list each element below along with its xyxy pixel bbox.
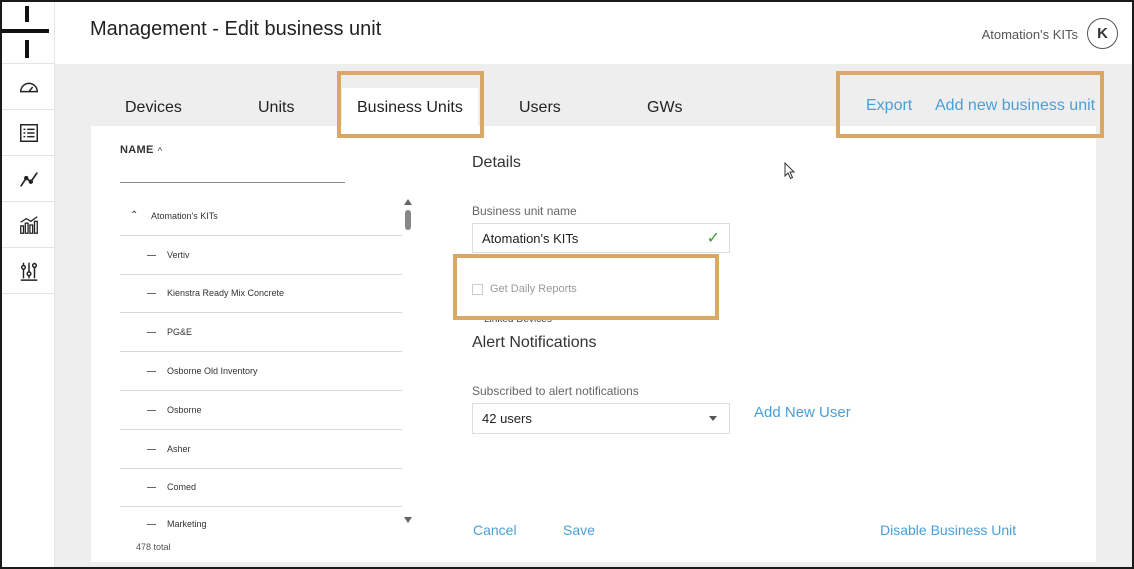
list-item[interactable]: Osborne Old Inventory [120,352,402,391]
chevron-down-icon [709,416,717,421]
line-chart-icon [19,171,38,187]
mouse-cursor-icon [784,162,796,180]
tree-dash [147,332,156,334]
name-column-label: NAME [120,144,154,156]
sort-ascending-icon: ^ [157,146,163,155]
name-column-header[interactable]: NAME ^ [120,144,163,156]
business-unit-name-field[interactable]: Atomation's KITs ✓ [472,223,730,253]
scroll-thumb[interactable] [405,210,411,230]
list-item[interactable]: Kienstra Ready Mix Concrete [120,275,402,314]
tree-dash [147,254,156,256]
list-item-label: Asher [167,443,191,454]
page-title: Management - Edit business unit [90,18,382,40]
tab-units[interactable]: Units [258,99,294,117]
list-scrollbar[interactable] [404,197,412,527]
save-button[interactable]: Save [563,522,595,538]
chevron-up-icon[interactable]: ⌃ [130,210,138,221]
cancel-button[interactable]: Cancel [473,522,517,538]
list-item-label: Osborne Old Inventory [167,366,258,377]
list-item[interactable]: Vertiv [120,236,402,275]
sidebar-item-reports[interactable] [2,202,55,248]
list-item-label: Osborne [167,404,202,415]
list-item[interactable]: Asher [120,430,402,469]
sidebar-item-list[interactable] [2,110,55,156]
speedometer-icon [19,82,38,92]
list-item-label: Kienstra Ready Mix Concrete [167,288,285,299]
user-name: Atomation's KITs [981,27,1078,42]
sidebar-item-management[interactable] [2,248,55,294]
alert-notifications-heading: Alert Notifications [472,334,597,351]
business-unit-name-label: Business unit name [472,204,577,218]
sidebar [2,2,55,567]
business-unit-name-value: Atomation's KITs [482,230,579,246]
tab-users[interactable]: Users [519,99,561,117]
settings-sliders-icon [20,262,37,281]
app-window: Management - Edit business unit Atomatio… [0,0,1134,569]
checkmark-icon: ✓ [706,230,720,247]
tab-gws[interactable]: GWs [647,99,683,117]
list-item-label: Marketing [167,519,207,530]
list-item[interactable]: Osborne [120,391,402,430]
sidebar-item-dashboard[interactable] [2,64,55,110]
subscribed-users-value: 42 users [482,411,532,426]
highlight-box-daily-reports [453,254,719,320]
list-icon [19,123,38,142]
sidebar-item-analytics[interactable] [2,156,55,202]
logo[interactable] [2,2,55,64]
highlight-box-actions [836,71,1104,138]
add-new-user-link[interactable]: Add New User [754,404,851,421]
tree-dash [147,409,156,411]
list-item-root[interactable]: ⌃ Atomation's KITs [120,197,402,236]
disable-business-unit-button[interactable]: Disable Business Unit [880,522,1016,538]
scroll-down-icon[interactable] [404,517,412,523]
list-item-label: Vertiv [167,249,190,260]
tab-devices[interactable]: Devices [125,99,182,117]
list-item[interactable]: Marketing [120,507,402,529]
subscribed-label: Subscribed to alert notifications [472,384,639,398]
avatar[interactable]: K [1087,18,1118,49]
main-card: NAME ^ ⌃ Atomation's KITs Vertiv Kienstra… [91,126,1096,562]
subscribed-users-dropdown[interactable]: 42 users [472,403,730,434]
list-item-label: Comed [167,482,197,493]
tree-dash [147,371,156,373]
bar-chart-icon [19,215,38,234]
highlight-box-business-units-tab [337,71,484,138]
tree-dash [147,487,156,489]
scroll-up-icon[interactable] [404,199,412,205]
list-item-label: PG&E [167,327,193,338]
list-item-label: Atomation's KITs [151,210,218,221]
list-item[interactable]: Comed [120,469,402,508]
tree-dash [147,524,156,526]
details-heading: Details [472,154,521,171]
total-count: 478 total [136,542,171,552]
tree-dash [147,293,156,295]
tree-dash [147,448,156,450]
list-item[interactable]: PG&E [120,313,402,353]
business-unit-list: ⌃ Atomation's KITs Vertiv Kienstra Ready… [120,197,402,529]
header: Management - Edit business unit Atomatio… [55,2,1132,64]
name-filter-input[interactable] [120,182,345,183]
